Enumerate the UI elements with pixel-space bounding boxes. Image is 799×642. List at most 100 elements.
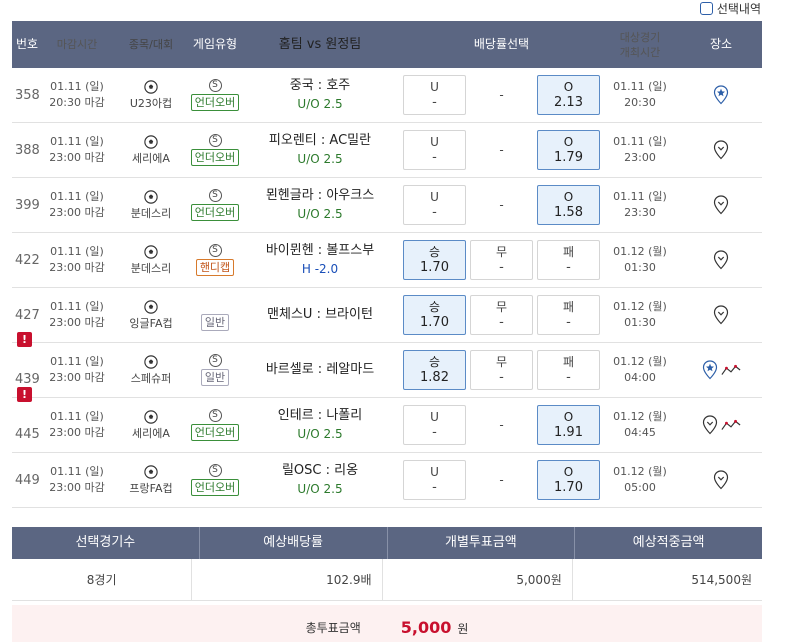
- table-row[interactable]: ! 439 01.11 (일) 23:00 마감 스페슈퍼 S 일반 바르셀로 : 레알마드 승…: [12, 331, 762, 398]
- table-row[interactable]: 449 01.11 (일) 23:00 마감 프랑FA컵 S 언더오버 릴OSC : 리옹 U…: [12, 453, 762, 508]
- table-header: 번호 마감시간 종목/대회 게임유형 홈팀 vs 원정팀 배당률선택 대상경기 …: [12, 21, 762, 68]
- match-date: 01.12 (월) 04:45: [600, 409, 680, 441]
- summary-header-stake: 개별투표금액: [388, 527, 576, 559]
- odds-value: -: [499, 370, 504, 385]
- odds-button[interactable]: 승 1.70: [403, 295, 466, 335]
- close-date: 01.11 (일): [50, 245, 104, 258]
- match-teams: 중국 : 호주 U/O 2.5: [240, 77, 400, 113]
- odds-value: -: [432, 205, 437, 220]
- table-row[interactable]: ! 445 01.11 (일) 23:00 마감 세리에A S 언더오버 인테르 : 나폴리 U…: [12, 386, 762, 453]
- game-type-badge: 언더오버: [190, 94, 240, 111]
- match-date-time: 01:30: [624, 316, 656, 329]
- match-number: 399: [12, 198, 42, 213]
- odds-button[interactable]: 무-: [470, 295, 533, 335]
- game-type-icon: S: [208, 189, 222, 202]
- location-pin-icon[interactable]: [713, 470, 729, 490]
- total-amount-unit: 원: [457, 622, 469, 636]
- odds-button[interactable]: 승 1.82: [403, 350, 466, 390]
- odds-button[interactable]: 무-: [470, 350, 533, 390]
- summary-count: 8경기: [12, 559, 193, 600]
- odds-label: O: [563, 190, 574, 204]
- odds-label: U: [430, 80, 439, 94]
- odds-draw-none: -: [499, 473, 504, 487]
- odds-button[interactable]: O 1.70: [537, 460, 600, 500]
- star-pin-icon[interactable]: [713, 85, 729, 105]
- odds-value: -: [499, 260, 504, 275]
- league-name: 분데스리: [130, 261, 172, 275]
- odds-selection: 승 1.70 무 - 패 -: [400, 240, 600, 280]
- line-value: U/O 2.5: [297, 427, 343, 441]
- close-time-text: 23:00 마감: [49, 371, 105, 384]
- odds-value: 1.82: [420, 370, 449, 385]
- match-teams: 바르셀로 : 레알마드: [240, 361, 400, 379]
- odds-button[interactable]: U-: [403, 75, 466, 115]
- summary-values: 8경기 102.9배 5,000원 514,500원: [12, 559, 762, 601]
- league-name: U23아컵: [129, 96, 173, 110]
- match-date-day: 01.12 (월): [613, 465, 667, 478]
- odds-draw-none: -: [499, 198, 504, 212]
- odds-button[interactable]: O 1.91: [537, 405, 600, 445]
- odds-selection: 승 1.70 무 - 패 -: [400, 295, 600, 335]
- odds-button[interactable]: U-: [403, 405, 466, 445]
- close-time-text: 20:30 마감: [49, 96, 105, 109]
- odds-button[interactable]: 패-: [537, 240, 600, 280]
- selection-list-label: 선택내역: [716, 1, 761, 16]
- table-row[interactable]: 422 01.11 (일) 23:00 마감 분데스리 S 핸디캡 바이뮌헨 : 볼프스부 H…: [12, 233, 762, 288]
- soccer-ball-icon: [144, 464, 158, 479]
- odds-value: 1.70: [420, 315, 449, 330]
- game-type: S 언더오버: [190, 189, 240, 221]
- league-name: 잉글FA컵: [129, 316, 173, 330]
- odds-button[interactable]: 승 1.70: [403, 240, 466, 280]
- odds-value: -: [432, 480, 437, 495]
- odds-button[interactable]: 패-: [537, 295, 600, 335]
- table-row[interactable]: 399 01.11 (일) 23:00 마감 분데스리 S 언더오버 묀헨글라 : 아우크스…: [12, 178, 762, 233]
- odds-button[interactable]: O 1.58: [537, 185, 600, 225]
- odds-button[interactable]: U-: [403, 130, 466, 170]
- close-date: 01.11 (일): [50, 80, 104, 93]
- game-type-icon: S: [208, 244, 222, 257]
- league-name: 분데스리: [130, 206, 172, 220]
- odds-button[interactable]: U-: [403, 185, 466, 225]
- odds-label: 승: [428, 355, 441, 369]
- line-value: U/O 2.5: [297, 97, 343, 111]
- odds-label: O: [563, 80, 574, 94]
- location-pin-icon[interactable]: [702, 415, 718, 435]
- match-teams: 바이뮌헨 : 볼프스부 H -2.0: [240, 242, 400, 278]
- soccer-ball-icon: [144, 409, 158, 424]
- odds-button[interactable]: O 2.13: [537, 75, 600, 115]
- odds-value: 1.70: [554, 480, 583, 495]
- odds-label: O: [563, 410, 574, 424]
- odds-button[interactable]: O 1.79: [537, 130, 600, 170]
- table-row[interactable]: 358 01.11 (일) 20:30 마감 U23아컵 S 언더오버 중국 : 호주 U/O…: [12, 68, 762, 123]
- location-pin-icon[interactable]: [713, 250, 729, 270]
- odds-button[interactable]: 무-: [470, 240, 533, 280]
- match-teams: 인테르 : 나폴리 U/O 2.5: [240, 407, 400, 443]
- odds-button[interactable]: U-: [403, 460, 466, 500]
- odds-label: U: [430, 190, 439, 204]
- odds-label: 무: [495, 300, 508, 314]
- close-date: 01.11 (일): [50, 190, 104, 203]
- selection-list-checkbox[interactable]: 선택내역: [699, 0, 761, 16]
- match-date-time: 04:45: [624, 426, 656, 439]
- close-time-text: 23:00 마감: [49, 426, 105, 439]
- close-time-text: 23:00 마감: [49, 481, 105, 494]
- venue-actions: [680, 470, 762, 490]
- checkbox-box[interactable]: [699, 1, 713, 15]
- star-pin-icon[interactable]: [702, 360, 718, 380]
- game-type: S 일반: [190, 354, 240, 386]
- trend-chart-icon[interactable]: [720, 418, 741, 432]
- close-date: 01.11 (일): [50, 465, 104, 478]
- table-row[interactable]: 388 01.11 (일) 23:00 마감 세리에A S 언더오버 피오렌티 : AC밀란…: [12, 123, 762, 178]
- table-row[interactable]: 427 01.11 (일) 23:00 마감 잉글FA컵 일반 맨체스U : 브라이턴 승 1…: [12, 288, 762, 343]
- location-pin-icon[interactable]: [713, 305, 729, 325]
- odds-label: U: [430, 410, 439, 424]
- location-pin-icon[interactable]: [713, 195, 729, 215]
- trend-chart-icon[interactable]: [720, 363, 741, 377]
- odds-button[interactable]: 패-: [537, 350, 600, 390]
- location-pin-icon[interactable]: [713, 140, 729, 160]
- match-number: 422: [12, 253, 42, 268]
- match-date-time: 04:00: [624, 371, 656, 384]
- sport-league: 세리에A: [112, 134, 190, 166]
- odds-value: -: [566, 260, 571, 275]
- match-table: 번호 마감시간 종목/대회 게임유형 홈팀 vs 원정팀 배당률선택 대상경기 …: [12, 21, 762, 508]
